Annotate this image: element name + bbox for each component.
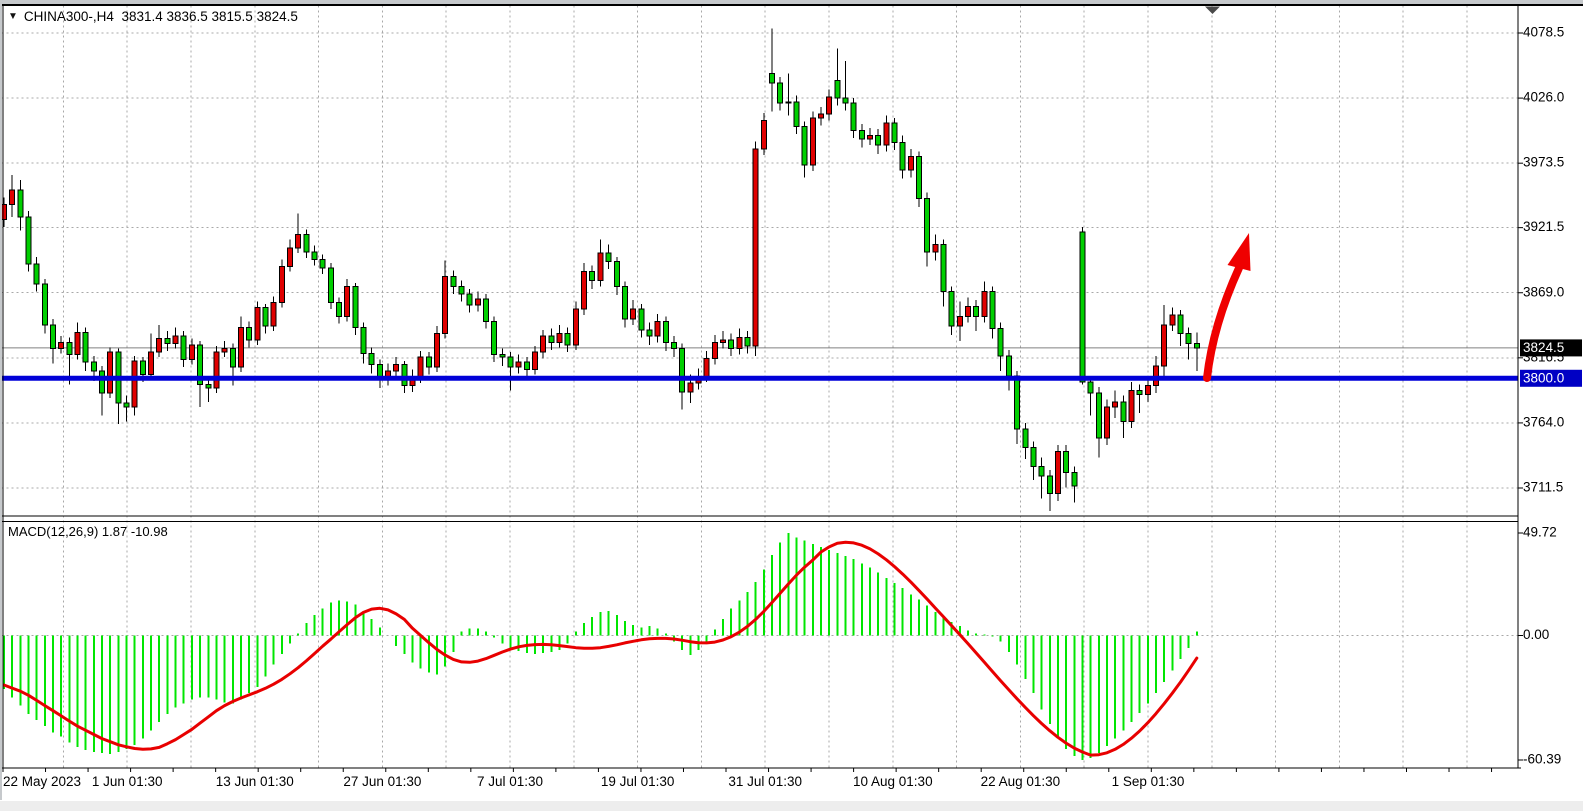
window-left-edge: [0, 0, 2, 800]
svg-text:3824.5: 3824.5: [1523, 340, 1564, 355]
svg-text:4078.5: 4078.5: [1523, 25, 1564, 40]
chart-canvas[interactable]: 4078.54026.03973.53921.53869.03816.53764…: [0, 0, 1583, 811]
svg-text:13 Jun 01:30: 13 Jun 01:30: [216, 774, 294, 789]
svg-text:3711.5: 3711.5: [1523, 480, 1563, 495]
date-axis-labels[interactable]: 22 May 2023 1 Jun 01:30 13 Jun 01:30 27 Jun…: [3, 768, 1492, 789]
panel-splitter[interactable]: [2, 516, 1519, 522]
grid-layer: [2, 6, 1519, 769]
bid-price-badge: 3824.5: [1520, 339, 1582, 356]
svg-text:3869.0: 3869.0: [1523, 284, 1564, 299]
chart-window: 4078.54026.03973.53921.53869.03816.53764…: [0, 0, 1583, 811]
svg-text:0.00: 0.00: [1523, 627, 1549, 642]
trend-arrow[interactable]: [1207, 233, 1251, 378]
svg-text:10 Aug 01:30: 10 Aug 01:30: [853, 774, 933, 789]
svg-text:3800.0: 3800.0: [1523, 370, 1564, 385]
svg-text:3973.5: 3973.5: [1523, 155, 1564, 170]
svg-text:27 Jun 01:30: 27 Jun 01:30: [343, 774, 421, 789]
candles-layer[interactable]: [2, 29, 1200, 511]
svg-text:22 Aug 01:30: 22 Aug 01:30: [981, 774, 1061, 789]
svg-text:31 Jul 01:30: 31 Jul 01:30: [728, 774, 802, 789]
svg-text:19 Jul 01:30: 19 Jul 01:30: [601, 774, 675, 789]
svg-text:7 Jul 01:30: 7 Jul 01:30: [477, 774, 543, 789]
scroll-marker-icon[interactable]: [1205, 7, 1220, 15]
svg-text:3764.0: 3764.0: [1523, 414, 1564, 429]
window-bottom-edge: [0, 801, 1583, 811]
svg-text:4026.0: 4026.0: [1523, 90, 1564, 105]
svg-text:-60.39: -60.39: [1523, 752, 1561, 767]
panel-borders: [2, 6, 1522, 769]
level-price-badge: 3800.0: [1520, 370, 1582, 387]
svg-text:1 Jun 01:30: 1 Jun 01:30: [92, 774, 163, 789]
svg-text:49.72: 49.72: [1523, 525, 1557, 540]
chart-top-border: [0, 4, 1583, 6]
price-axis-labels[interactable]: 4078.54026.03973.53921.53869.03816.53764…: [1518, 25, 1564, 495]
macd-axis-labels[interactable]: 49.72 0.00 -60.39: [1518, 525, 1561, 767]
svg-text:1 Sep 01:30: 1 Sep 01:30: [1112, 774, 1185, 789]
svg-text:3921.5: 3921.5: [1523, 219, 1564, 234]
svg-text:22 May 2023: 22 May 2023: [3, 774, 81, 789]
